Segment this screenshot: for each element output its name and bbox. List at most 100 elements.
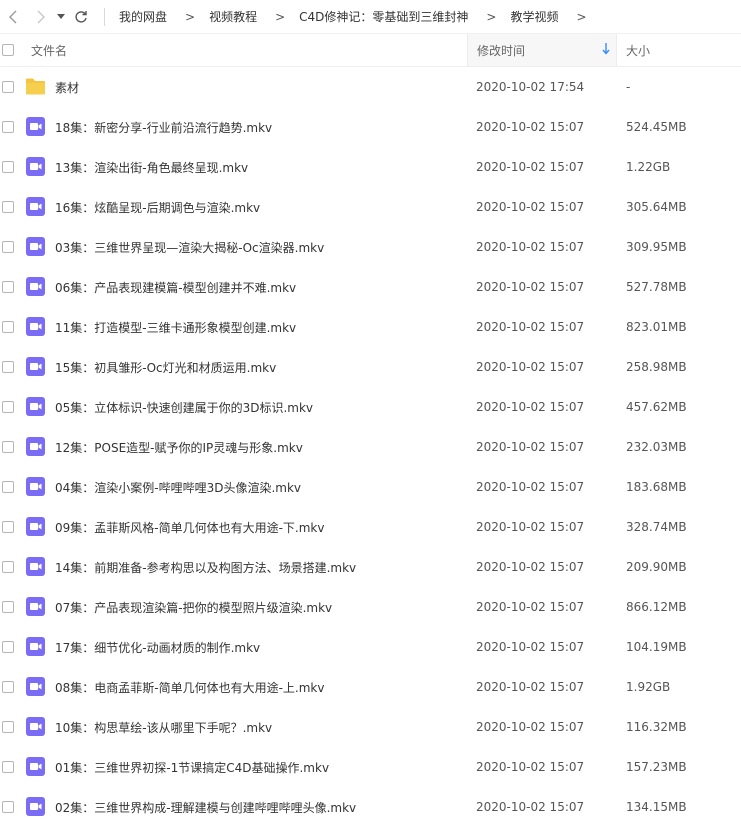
file-row[interactable]: 05集：立体标识-快速创建属于你的3D标识.mkv 2020-10-02 15:0… [0, 387, 741, 427]
row-checkbox[interactable] [2, 121, 14, 133]
file-size: 309.95MB [626, 240, 687, 254]
back-button[interactable] [2, 6, 24, 28]
video-file-icon [25, 116, 46, 137]
file-row[interactable]: 16集：炫酷呈现-后期调色与渲染.mkv 2020-10-02 15:07 305.… [0, 187, 741, 227]
breadcrumb-item[interactable]: C4D修神记：零基础到三维封神 [299, 8, 468, 25]
caret-down-icon [57, 13, 65, 19]
file-row[interactable]: 13集：渲染出街-角色最终呈现.mkv 2020-10-02 15:07 1.22G… [0, 147, 741, 187]
file-name[interactable]: 16集：炫酷呈现-后期调色与渲染.mkv [55, 187, 260, 227]
row-checkbox[interactable] [2, 561, 14, 573]
file-row[interactable]: 04集：渲染小案例-哔哩哔哩3D头像渲染.mkv 2020-10-02 15:07… [0, 467, 741, 507]
video-file-icon [25, 796, 46, 817]
file-name[interactable]: 12集：POSE造型-赋予你的IP灵魂与形象.mkv [55, 427, 303, 467]
breadcrumb-item[interactable]: 视频教程 [209, 8, 257, 25]
file-modified-time: 2020-10-02 15:07 [476, 520, 585, 534]
file-row[interactable]: 06集：产品表现建模篇-模型创建并不难.mkv 2020-10-02 15:07 5… [0, 267, 741, 307]
file-modified-time: 2020-10-02 15:07 [476, 200, 585, 214]
row-checkbox[interactable] [2, 801, 14, 813]
column-header-name[interactable]: 文件名 [31, 34, 67, 66]
file-size: 209.90MB [626, 560, 687, 574]
nav-divider [104, 7, 105, 26]
column-header-time[interactable]: 修改时间 [467, 34, 617, 66]
file-modified-time: 2020-10-02 15:07 [476, 480, 585, 494]
row-checkbox[interactable] [2, 481, 14, 493]
file-name[interactable]: 02集：三维世界构成-理解建模与创建哔哩哔哩头像.mkv [55, 787, 356, 827]
file-name[interactable]: 06集：产品表现建模篇-模型创建并不难.mkv [55, 267, 296, 307]
video-file-icon [25, 236, 46, 257]
file-row[interactable]: 11集：打造模型-三维卡通形象模型创建.mkv 2020-10-02 15:07 8… [0, 307, 741, 347]
row-checkbox[interactable] [2, 521, 14, 533]
file-size: 866.12MB [626, 600, 687, 614]
video-file-icon [25, 276, 46, 297]
file-name[interactable]: 09集：孟菲斯风格-简单几何体也有大用途-下.mkv [55, 507, 325, 547]
row-checkbox[interactable] [2, 441, 14, 453]
select-all-checkbox[interactable] [2, 44, 14, 56]
file-list: 素材 2020-10-02 17:54 - 18集：新密分享-行业前沿流行趋势.mkv… [0, 67, 741, 827]
video-file-icon [25, 756, 46, 777]
file-row[interactable]: 15集：初具雏形-Oc灯光和材质运用.mkv 2020-10-02 15:07 25… [0, 347, 741, 387]
file-size: 258.98MB [626, 360, 687, 374]
row-checkbox[interactable] [2, 361, 14, 373]
file-name[interactable]: 08集：电商孟菲斯-简单几何体也有大用途-上.mkv [55, 667, 325, 707]
row-checkbox[interactable] [2, 321, 14, 333]
file-row[interactable]: 08集：电商孟菲斯-简单几何体也有大用途-上.mkv 2020-10-02 15:… [0, 667, 741, 707]
row-checkbox[interactable] [2, 721, 14, 733]
file-row[interactable]: 01集：三维世界初探-1节课搞定C4D基础操作.mkv 2020-10-02 15… [0, 747, 741, 787]
file-modified-time: 2020-10-02 15:07 [476, 160, 585, 174]
file-size: 104.19MB [626, 640, 687, 654]
file-name[interactable]: 15集：初具雏形-Oc灯光和材质运用.mkv [55, 347, 276, 387]
file-name[interactable]: 07集：产品表现渲染篇-把你的模型照片级渲染.mkv [55, 587, 332, 627]
sort-down-arrow-icon [602, 43, 610, 55]
file-size: 823.01MB [626, 320, 687, 334]
row-checkbox[interactable] [2, 401, 14, 413]
row-checkbox[interactable] [2, 601, 14, 613]
file-name[interactable]: 13集：渲染出街-角色最终呈现.mkv [55, 147, 248, 187]
file-row[interactable]: 14集：前期准备-参考构思以及构图方法、场景搭建.mkv 2020-10-02 1… [0, 547, 741, 587]
history-dropdown-button[interactable] [54, 6, 68, 28]
video-file-icon [25, 636, 46, 657]
file-name[interactable]: 10集：构思草绘-该从哪里下手呢？.mkv [55, 707, 272, 747]
file-name[interactable]: 04集：渲染小案例-哔哩哔哩3D头像渲染.mkv [55, 467, 301, 507]
file-name[interactable]: 14集：前期准备-参考构思以及构图方法、场景搭建.mkv [55, 547, 356, 587]
breadcrumb-item[interactable]: 我的网盘 [119, 8, 167, 25]
file-row[interactable]: 07集：产品表现渲染篇-把你的模型照片级渲染.mkv 2020-10-02 15:… [0, 587, 741, 627]
file-name[interactable]: 17集：细节优化-动画材质的制作.mkv [55, 627, 260, 667]
file-modified-time: 2020-10-02 15:07 [476, 560, 585, 574]
row-checkbox[interactable] [2, 761, 14, 773]
refresh-button[interactable] [70, 6, 92, 28]
file-name[interactable]: 素材 [55, 67, 79, 107]
row-checkbox[interactable] [2, 161, 14, 173]
file-name[interactable]: 03集：三维世界呈现—渲染大揭秘-Oc渲染器.mkv [55, 227, 324, 267]
file-size: 116.32MB [626, 720, 687, 734]
column-header-size[interactable]: 大小 [617, 34, 741, 66]
file-size: 183.68MB [626, 480, 687, 494]
file-row[interactable]: 素材 2020-10-02 17:54 - [0, 67, 741, 107]
file-name[interactable]: 01集：三维世界初探-1节课搞定C4D基础操作.mkv [55, 747, 329, 787]
row-checkbox[interactable] [2, 281, 14, 293]
row-checkbox[interactable] [2, 241, 14, 253]
file-row[interactable]: 17集：细节优化-动画材质的制作.mkv 2020-10-02 15:07 104.… [0, 627, 741, 667]
file-row[interactable]: 03集：三维世界呈现—渲染大揭秘-Oc渲染器.mkv 2020-10-02 15:… [0, 227, 741, 267]
breadcrumb-separator: > [486, 9, 497, 24]
row-checkbox[interactable] [2, 681, 14, 693]
row-checkbox[interactable] [2, 641, 14, 653]
file-row[interactable]: 12集：POSE造型-赋予你的IP灵魂与形象.mkv 2020-10-02 15:… [0, 427, 741, 467]
file-name[interactable]: 05集：立体标识-快速创建属于你的3D标识.mkv [55, 387, 313, 427]
file-row[interactable]: 09集：孟菲斯风格-简单几何体也有大用途-下.mkv 2020-10-02 15:… [0, 507, 741, 547]
file-name[interactable]: 11集：打造模型-三维卡通形象模型创建.mkv [55, 307, 296, 347]
video-file-icon [25, 556, 46, 577]
forward-button[interactable] [30, 6, 52, 28]
video-file-icon [25, 156, 46, 177]
breadcrumb-item[interactable]: 教学视频 [510, 8, 558, 25]
file-row[interactable]: 18集：新密分享-行业前沿流行趋势.mkv 2020-10-02 15:07 524… [0, 107, 741, 147]
file-modified-time: 2020-10-02 15:07 [476, 360, 585, 374]
file-size: 457.62MB [626, 400, 687, 414]
file-row[interactable]: 02集：三维世界构成-理解建模与创建哔哩哔哩头像.mkv 2020-10-02 1… [0, 787, 741, 827]
row-checkbox[interactable] [2, 201, 14, 213]
video-file-icon [25, 356, 46, 377]
folder-icon [25, 76, 46, 97]
file-row[interactable]: 10集：构思草绘-该从哪里下手呢？.mkv 2020-10-02 15:07 116… [0, 707, 741, 747]
breadcrumb-separator: > [576, 9, 587, 24]
file-name[interactable]: 18集：新密分享-行业前沿流行趋势.mkv [55, 107, 272, 147]
row-checkbox[interactable] [2, 81, 14, 93]
